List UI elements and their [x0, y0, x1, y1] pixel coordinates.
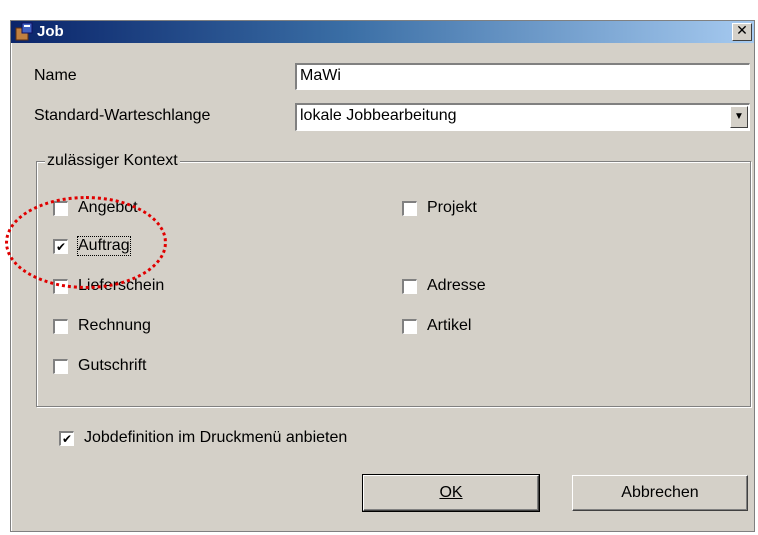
queue-select[interactable]: lokale Jobbearbeitung ▼: [295, 103, 750, 131]
name-field[interactable]: MaWi: [295, 63, 750, 90]
queue-label: Standard-Warteschlange: [34, 107, 211, 124]
context-label-gutschrift[interactable]: Gutschrift: [78, 357, 146, 375]
cancel-button[interactable]: Abbrechen: [572, 475, 748, 511]
window-title: Job: [37, 23, 64, 40]
context-checkbox-artikel[interactable]: [402, 319, 417, 334]
print-menu-checkbox[interactable]: ✔: [59, 431, 74, 446]
print-menu-label[interactable]: Jobdefinition im Druckmenü anbieten: [84, 429, 347, 447]
context-label-auftrag[interactable]: Auftrag: [77, 236, 131, 256]
job-dialog: Job ✕ Name MaWi Standard-Warteschlange l…: [10, 20, 755, 532]
context-checkbox-angebot[interactable]: [53, 201, 68, 216]
context-label-artikel[interactable]: Artikel: [427, 317, 471, 335]
context-label-rechnung[interactable]: Rechnung: [78, 317, 151, 335]
job-icon: [15, 22, 33, 41]
name-label: Name: [34, 67, 77, 84]
context-label-angebot[interactable]: Angebot: [78, 199, 138, 217]
context-label-projekt[interactable]: Projekt: [427, 199, 477, 217]
context-checkbox-rechnung[interactable]: [53, 319, 68, 334]
context-label-adresse[interactable]: Adresse: [427, 277, 486, 295]
context-label-lieferschein[interactable]: Lieferschein: [78, 277, 164, 295]
close-button[interactable]: ✕: [732, 23, 752, 41]
context-checkbox-gutschrift[interactable]: [53, 359, 68, 374]
context-checkbox-adresse[interactable]: [402, 279, 417, 294]
queue-select-value: lokale Jobbearbeitung: [300, 107, 457, 124]
check-mark-icon: ✔: [61, 432, 73, 446]
context-group-title: zulässiger Kontext: [45, 152, 180, 170]
title-bar[interactable]: Job ✕: [11, 21, 754, 43]
ok-button-label: OK: [439, 484, 463, 501]
dropdown-arrow-icon[interactable]: ▼: [730, 106, 748, 128]
check-mark-icon: ✔: [55, 240, 67, 254]
context-checkbox-projekt[interactable]: [402, 201, 417, 216]
ok-button[interactable]: OK: [362, 474, 540, 512]
context-checkbox-lieferschein[interactable]: [53, 279, 68, 294]
context-checkbox-auftrag[interactable]: ✔: [53, 239, 68, 254]
